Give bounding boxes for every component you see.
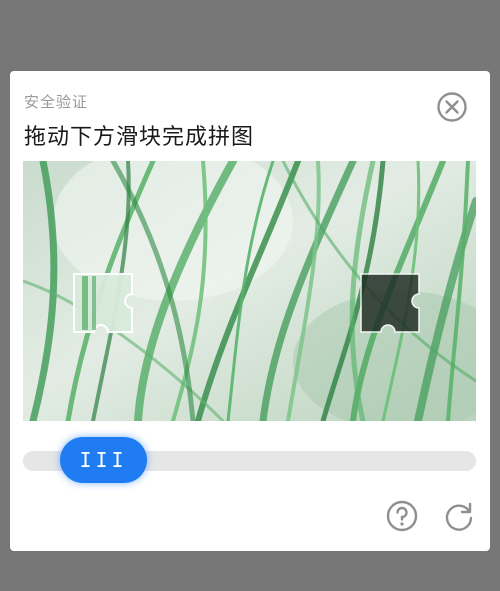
grip-lines-icon: III <box>79 448 128 472</box>
puzzle-piece <box>73 273 133 333</box>
close-button[interactable] <box>436 91 468 123</box>
help-button[interactable] <box>385 499 419 533</box>
dialog-title: 拖动下方滑块完成拼图 <box>24 125 255 150</box>
puzzle-image <box>23 161 476 421</box>
slider-handle[interactable]: III <box>60 437 147 483</box>
refresh-icon <box>445 502 473 531</box>
modal-overlay: 安全验证 拖动下方滑块完成拼图 III <box>0 0 500 591</box>
dialog-caption: 安全验证 <box>24 93 89 111</box>
close-circle-icon <box>437 92 467 122</box>
refresh-button[interactable] <box>442 499 476 533</box>
puzzle-target-slot <box>360 273 420 333</box>
question-circle-icon <box>386 500 418 532</box>
security-verification-dialog: 安全验证 拖动下方滑块完成拼图 III <box>10 71 490 551</box>
